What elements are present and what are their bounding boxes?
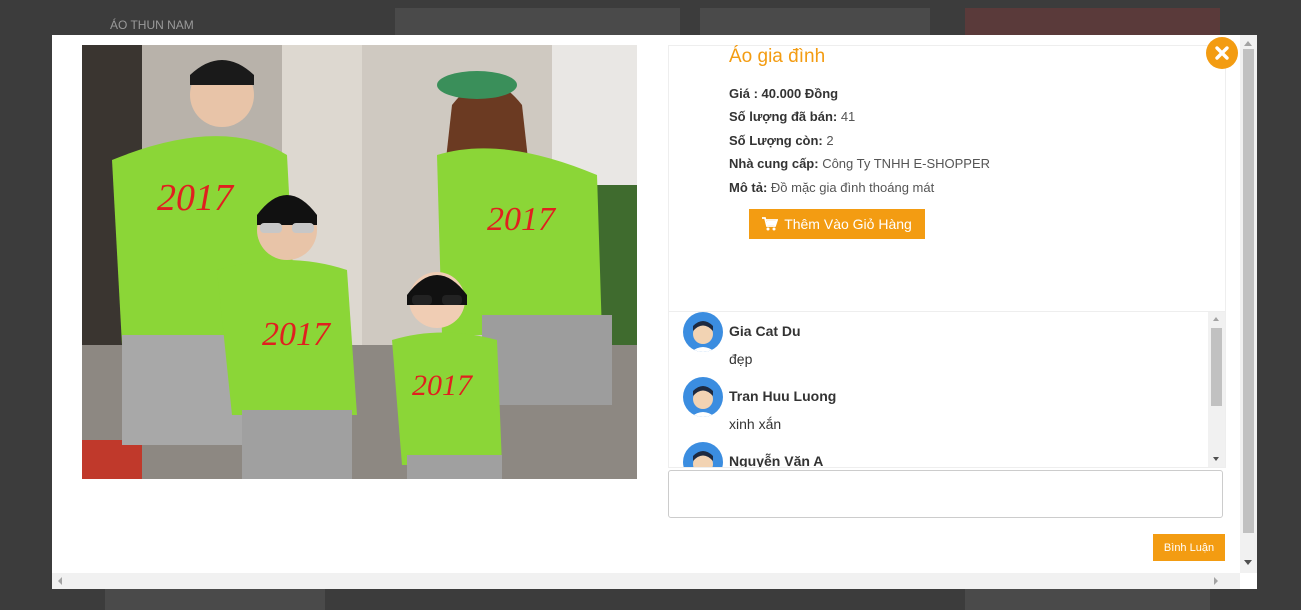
scroll-down-arrow-icon[interactable] <box>1244 560 1252 565</box>
comment-author: Gia Cat Du <box>729 323 801 339</box>
product-info-panel: Áo gia đình Giá : 40.000 Đồng Số lượng đ… <box>668 45 1226 312</box>
cart-icon <box>762 217 779 231</box>
product-remaining: Số Lượng còn: 2 <box>729 133 834 148</box>
svg-text:2017: 2017 <box>157 177 235 219</box>
product-supplier-label: Nhà cung cấp: <box>729 156 819 171</box>
add-to-cart-button[interactable]: Thêm Vào Giỏ Hàng <box>749 209 925 239</box>
modal-vertical-scrollbar[interactable] <box>1240 35 1257 573</box>
submit-comment-button[interactable]: Bình Luận <box>1153 534 1225 561</box>
product-image: 2017 2017 2017 2017 <box>82 45 637 479</box>
product-price: Giá : 40.000 Đồng <box>729 86 838 101</box>
background-product-strip <box>965 8 1220 36</box>
user-avatar-icon <box>693 451 713 467</box>
comment-author: Tran Huu Luong <box>729 388 837 404</box>
product-quickview-modal: 2017 2017 2017 2017 Áo gia đình Giá: 40… <box>52 35 1257 589</box>
product-sold-label: Số lượng đã bán: <box>729 109 838 124</box>
comment-text: xinh xắn <box>729 416 782 432</box>
comments-scroll-thumb[interactable] <box>1211 328 1222 406</box>
product-title: Áo gia đình <box>729 46 826 67</box>
scroll-right-arrow-icon[interactable] <box>1214 577 1218 585</box>
comment-input[interactable] <box>668 470 1223 518</box>
avatar <box>683 377 723 417</box>
product-sold: Số lượng đã bán: 41 <box>729 109 855 124</box>
scroll-left-arrow-icon[interactable] <box>58 577 62 585</box>
product-supplier: Nhà cung cấp: Công Ty TNHH E-SHOPPER <box>729 156 990 171</box>
user-avatar-icon <box>691 386 715 417</box>
scroll-up-arrow-icon[interactable] <box>1213 317 1219 321</box>
comment-text: đẹp <box>729 351 753 367</box>
modal-horizontal-scrollbar[interactable] <box>52 573 1240 589</box>
close-button[interactable] <box>1206 37 1238 69</box>
user-avatar-icon <box>691 321 715 352</box>
scroll-up-arrow-icon[interactable] <box>1244 41 1252 46</box>
modal-scroll-thumb[interactable] <box>1243 49 1254 533</box>
svg-text:2017: 2017 <box>487 201 557 238</box>
scroll-down-arrow-icon[interactable] <box>1213 457 1219 461</box>
avatar <box>683 442 723 467</box>
product-supplier-value: Công Ty TNHH E-SHOPPER <box>818 156 991 171</box>
product-remaining-value: 2 <box>822 133 834 148</box>
svg-text:2017: 2017 <box>412 369 474 402</box>
background-product-strip <box>965 588 1210 610</box>
product-description-label: Mô tả: <box>729 180 768 195</box>
product-description: Mô tả: Đồ mặc gia đình thoáng mát <box>729 180 934 195</box>
product-sold-value: 41 <box>837 109 856 124</box>
comments-list[interactable]: Gia Cat Du đẹp Tran Huu Luong xinh xắn N… <box>668 312 1226 468</box>
comment-author: Nguyễn Văn A <box>729 453 824 468</box>
background-product-strip <box>395 8 680 36</box>
product-price-value: Giá : 40.000 Đồng <box>729 86 839 101</box>
product-remaining-label: Số Lượng còn: <box>729 133 823 148</box>
comments-scrollbar[interactable] <box>1208 312 1225 467</box>
background-category-heading: ÁO THUN NAM <box>110 18 194 32</box>
svg-text:2017: 2017 <box>262 316 332 353</box>
product-photo-illustration: 2017 2017 2017 2017 <box>82 45 637 479</box>
product-description-value: Đồ mặc gia đình thoáng mát <box>767 180 935 195</box>
add-to-cart-label: Thêm Vào Giỏ Hàng <box>784 216 912 232</box>
background-product-strip <box>105 588 325 610</box>
avatar <box>683 312 723 352</box>
close-icon <box>1215 46 1229 60</box>
background-product-strip <box>700 8 930 36</box>
